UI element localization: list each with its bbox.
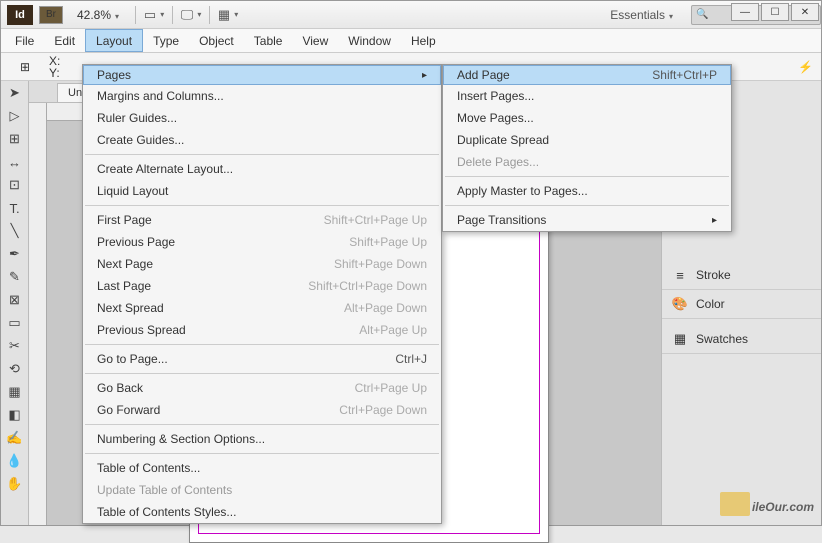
- note-tool-icon[interactable]: ✍: [4, 428, 26, 448]
- app-icon: Id: [7, 5, 33, 25]
- maximize-button[interactable]: ☐: [761, 3, 789, 21]
- minimize-button[interactable]: —: [731, 3, 759, 21]
- menu-page-transitions[interactable]: Page Transitions: [443, 209, 731, 231]
- menu-liquid-layout[interactable]: Liquid Layout: [83, 180, 441, 202]
- scissors-tool-icon[interactable]: ✂: [4, 336, 26, 356]
- menu-last-page[interactable]: Last PageShift+Ctrl+Page Down: [83, 275, 441, 297]
- menu-add-page[interactable]: Add PageShift+Ctrl+P: [443, 65, 731, 85]
- color-icon: 🎨: [672, 296, 688, 312]
- menubar: File Edit Layout Type Object Table View …: [1, 29, 821, 53]
- pencil-tool-icon[interactable]: ✎: [4, 267, 26, 287]
- menu-insert-pages[interactable]: Insert Pages...: [443, 85, 731, 107]
- swatches-icon: ▦: [672, 331, 688, 347]
- direct-selection-tool-icon[interactable]: ▷: [4, 106, 26, 126]
- menu-layout[interactable]: Layout: [85, 29, 143, 52]
- menu-delete-pages[interactable]: Delete Pages...: [443, 151, 731, 173]
- menu-ruler-guides[interactable]: Ruler Guides...: [83, 107, 441, 129]
- menu-separator: [85, 205, 439, 206]
- vertical-ruler[interactable]: [29, 103, 47, 525]
- pages-submenu: Add PageShift+Ctrl+P Insert Pages... Mov…: [442, 64, 732, 232]
- view-options-icon[interactable]: ▭: [142, 5, 166, 25]
- menu-separator: [85, 154, 439, 155]
- tools-panel: ➤ ▷ ⊞ ↔ ⊡ T. ╲ ✒ ✎ ⊠ ▭ ✂ ⟲ ▦ ◧ ✍ 💧 ✋: [1, 81, 29, 525]
- reference-point-icon[interactable]: ⊞: [5, 60, 45, 74]
- menu-margins-columns[interactable]: Margins and Columns...: [83, 85, 441, 107]
- separator: [172, 6, 173, 24]
- menu-previous-spread[interactable]: Previous SpreadAlt+Page Up: [83, 319, 441, 341]
- pen-tool-icon[interactable]: ✒: [4, 244, 26, 264]
- y-label: Y:: [49, 67, 60, 79]
- menu-alternate-layout[interactable]: Create Alternate Layout...: [83, 158, 441, 180]
- menu-next-page[interactable]: Next PageShift+Page Down: [83, 253, 441, 275]
- menu-go-forward[interactable]: Go ForwardCtrl+Page Down: [83, 399, 441, 421]
- rectangle-frame-tool-icon[interactable]: ⊠: [4, 290, 26, 310]
- menu-help[interactable]: Help: [401, 29, 446, 52]
- menu-previous-page[interactable]: Previous PageShift+Page Up: [83, 231, 441, 253]
- x-label: X:: [49, 55, 60, 67]
- menu-view[interactable]: View: [292, 29, 338, 52]
- menu-separator: [85, 373, 439, 374]
- menu-go-to-page[interactable]: Go to Page...Ctrl+J: [83, 348, 441, 370]
- layout-dropdown-menu: Pages Margins and Columns... Ruler Guide…: [82, 64, 442, 524]
- menu-table-of-contents[interactable]: Table of Contents...: [83, 457, 441, 479]
- menu-pages[interactable]: Pages: [83, 65, 441, 85]
- titlebar: Id Br 42.8% ▭ 🖵 ▦ Essentials — ☐ ✕: [1, 1, 821, 29]
- menu-type[interactable]: Type: [143, 29, 189, 52]
- menu-duplicate-spread[interactable]: Duplicate Spread: [443, 129, 731, 151]
- zoom-level[interactable]: 42.8%: [71, 6, 125, 24]
- swatches-panel[interactable]: ▦ Swatches: [662, 325, 821, 354]
- menu-apply-master[interactable]: Apply Master to Pages...: [443, 180, 731, 202]
- separator: [209, 6, 210, 24]
- workspace-selector[interactable]: Essentials: [600, 5, 683, 25]
- menu-move-pages[interactable]: Move Pages...: [443, 107, 731, 129]
- close-button[interactable]: ✕: [791, 3, 819, 21]
- menu-go-back[interactable]: Go BackCtrl+Page Up: [83, 377, 441, 399]
- menu-numbering-section[interactable]: Numbering & Section Options...: [83, 428, 441, 450]
- menu-toc-styles[interactable]: Table of Contents Styles...: [83, 501, 441, 523]
- menu-next-spread[interactable]: Next SpreadAlt+Page Down: [83, 297, 441, 319]
- page-tool-icon[interactable]: ⊞: [4, 129, 26, 149]
- stroke-label: Stroke: [696, 268, 731, 282]
- screen-mode-icon[interactable]: 🖵: [179, 5, 203, 25]
- menu-edit[interactable]: Edit: [44, 29, 85, 52]
- menu-separator: [445, 205, 729, 206]
- color-panel[interactable]: 🎨 Color: [662, 290, 821, 319]
- swatches-label: Swatches: [696, 332, 748, 346]
- gradient-swatch-tool-icon[interactable]: ▦: [4, 382, 26, 402]
- stroke-icon: ≡: [672, 267, 688, 283]
- menu-separator: [85, 424, 439, 425]
- color-label: Color: [696, 297, 725, 311]
- menu-update-toc[interactable]: Update Table of Contents: [83, 479, 441, 501]
- menu-file[interactable]: File: [5, 29, 44, 52]
- menu-object[interactable]: Object: [189, 29, 244, 52]
- free-transform-tool-icon[interactable]: ⟲: [4, 359, 26, 379]
- line-tool-icon[interactable]: ╲: [4, 221, 26, 241]
- eyedropper-tool-icon[interactable]: 💧: [4, 451, 26, 471]
- selection-tool-icon[interactable]: ➤: [4, 83, 26, 103]
- type-tool-icon[interactable]: T.: [4, 198, 26, 218]
- bridge-icon[interactable]: Br: [39, 6, 63, 24]
- menu-separator: [445, 176, 729, 177]
- menu-table[interactable]: Table: [244, 29, 293, 52]
- menu-separator: [85, 344, 439, 345]
- gradient-feather-tool-icon[interactable]: ◧: [4, 405, 26, 425]
- menu-create-guides[interactable]: Create Guides...: [83, 129, 441, 151]
- rectangle-tool-icon[interactable]: ▭: [4, 313, 26, 333]
- menu-first-page[interactable]: First PageShift+Ctrl+Page Up: [83, 209, 441, 231]
- stroke-panel[interactable]: ≡ Stroke: [662, 261, 821, 290]
- arrange-icon[interactable]: ▦: [216, 5, 240, 25]
- menu-separator: [85, 453, 439, 454]
- gap-tool-icon[interactable]: ↔: [4, 152, 26, 172]
- quick-apply-icon[interactable]: ⚡: [798, 60, 821, 74]
- menu-window[interactable]: Window: [338, 29, 401, 52]
- hand-tool-icon[interactable]: ✋: [4, 474, 26, 494]
- separator: [135, 6, 136, 24]
- content-collector-icon[interactable]: ⊡: [4, 175, 26, 195]
